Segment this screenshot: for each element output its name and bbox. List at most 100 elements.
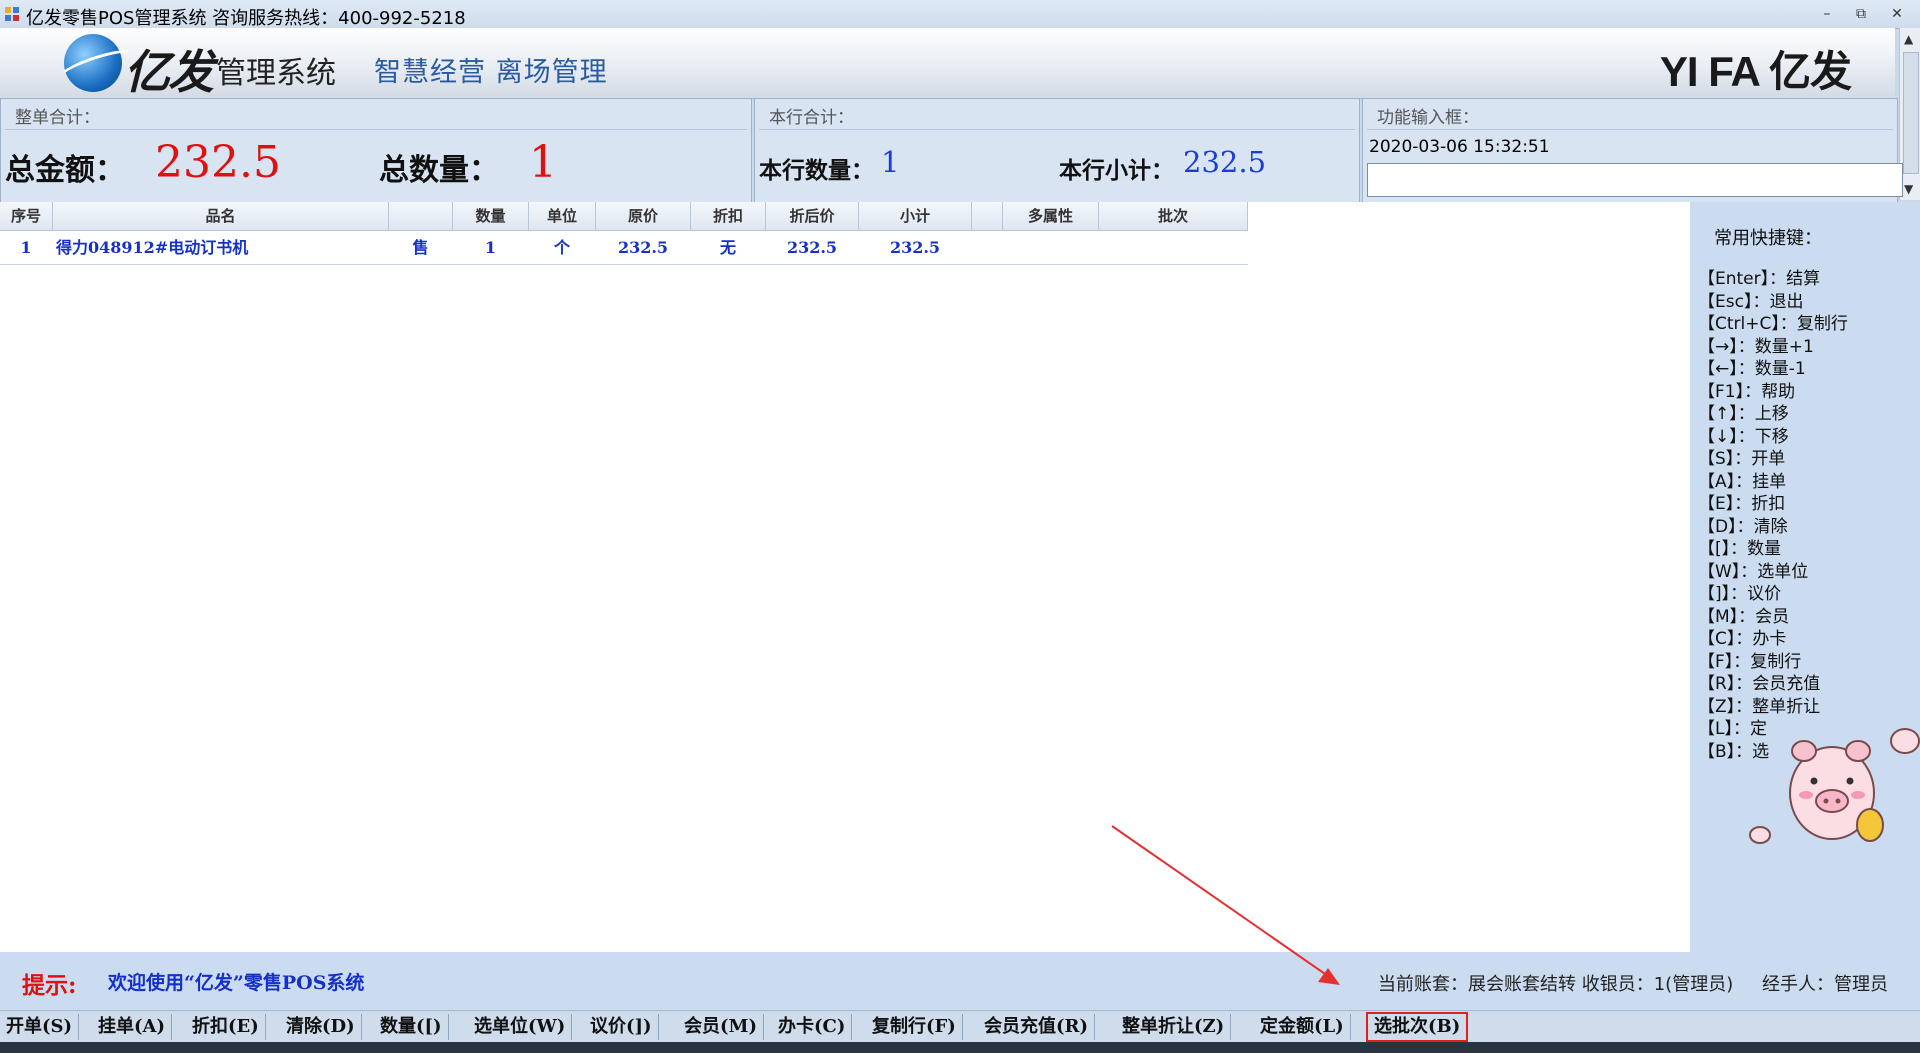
shortcut-item: 【→】：数量+1 bbox=[1698, 336, 1814, 357]
table-row[interactable]: 1 得力048912#电动订书机 售 1 个 232.5 无 232.5 232… bbox=[0, 232, 1248, 265]
shortcut-list: 【Enter】：结算 【Esc】：退出 【Ctrl+C】：复制行 【→】：数量+… bbox=[1698, 268, 1848, 763]
window-title: 亿发零售POS管理系统 咨询服务热线：400-992-5218 bbox=[26, 8, 466, 29]
shortcut-item: 【↓】：下移 bbox=[1698, 426, 1789, 447]
cell-attributes bbox=[1003, 232, 1098, 264]
shortcut-title: 常用快捷键： bbox=[1714, 228, 1822, 249]
restore-button[interactable]: ⧉ bbox=[1849, 4, 1873, 24]
hold-order-button[interactable]: 挂单(A) bbox=[92, 1014, 172, 1040]
shortcut-item: 【R】：会员充值 bbox=[1698, 674, 1821, 694]
taskbar bbox=[0, 1042, 1920, 1053]
shortcut-item: 【W】：选单位 bbox=[1698, 561, 1809, 582]
tip-label: 提示: bbox=[22, 972, 77, 999]
header-banner: 亿发 管理系统 智慧经营 离场管理 YI FA 亿发 bbox=[0, 28, 1895, 99]
grid-header: 序号 品名 数量 单位 原价 折扣 折后价 小计 多属性 批次 bbox=[0, 202, 1248, 231]
line-qty-value: 1 bbox=[881, 145, 900, 179]
open-order-button[interactable]: 开单(S) bbox=[0, 1014, 80, 1040]
status-bar: 提示: 欢迎使用“亿发”零售POS系统 当前账套：展会账套结转 收银员：1(管理… bbox=[0, 952, 1920, 1010]
shortcut-item: 【S】：开单 bbox=[1698, 449, 1786, 469]
divider bbox=[759, 129, 1355, 130]
shortcut-item: 【Ctrl+C】：复制行 bbox=[1698, 314, 1848, 334]
shortcut-item: 【F1】：帮助 bbox=[1698, 381, 1796, 402]
copy-row-button[interactable]: 复制行(F) bbox=[866, 1014, 963, 1040]
shortcut-item: 【Esc】：退出 bbox=[1698, 291, 1804, 312]
globe-logo-icon bbox=[64, 34, 122, 92]
col-header-name[interactable]: 品名 bbox=[53, 202, 389, 230]
function-toolbar: 开单(S) 挂单(A) 折扣(E) 清除(D) 数量([) 选单位(W) 议价(… bbox=[0, 1010, 1920, 1043]
shortcut-item: 【←】：数量-1 bbox=[1698, 359, 1806, 379]
scroll-up-icon[interactable]: ▲ bbox=[1904, 32, 1913, 46]
col-header-type[interactable] bbox=[389, 202, 453, 230]
member-recharge-button[interactable]: 会员充值(R) bbox=[978, 1014, 1095, 1040]
function-input-label: 功能输入框： bbox=[1377, 108, 1479, 128]
col-header-unit[interactable]: 单位 bbox=[529, 202, 596, 230]
total-qty-label: 总数量： bbox=[379, 153, 499, 188]
member-button[interactable]: 会员(M) bbox=[678, 1014, 764, 1040]
app-icon bbox=[5, 7, 19, 21]
right-logo: YI FA 亿发 bbox=[1659, 48, 1852, 95]
discount-button[interactable]: 折扣(E) bbox=[186, 1014, 266, 1040]
col-header-batch[interactable]: 批次 bbox=[1099, 202, 1248, 230]
col-header-subtotal[interactable]: 小计 bbox=[859, 202, 972, 230]
col-header-index[interactable]: 序号 bbox=[0, 202, 53, 230]
shortcut-item: 【M】：会员 bbox=[1698, 606, 1790, 627]
col-header-discount[interactable]: 折扣 bbox=[691, 202, 766, 230]
scroll-down-icon[interactable]: ▼ bbox=[1904, 182, 1913, 196]
order-discount-button[interactable]: 整单折让(Z) bbox=[1116, 1014, 1232, 1040]
shortcut-item: 【F】：复制行 bbox=[1698, 651, 1802, 672]
shortcut-item: 【Enter】：结算 bbox=[1698, 269, 1821, 289]
total-qty-value: 1 bbox=[529, 137, 557, 188]
clear-button[interactable]: 清除(D) bbox=[280, 1014, 362, 1040]
tip-message: 欢迎使用“亿发”零售POS系统 bbox=[108, 972, 365, 994]
shortcut-item: 【D】：清除 bbox=[1698, 516, 1788, 537]
col-header-price[interactable]: 原价 bbox=[596, 202, 691, 230]
quantity-button[interactable]: 数量([) bbox=[374, 1014, 449, 1040]
brand-logo: 亿发 bbox=[124, 45, 214, 99]
pig-sticker-icon bbox=[1749, 728, 1920, 844]
close-button[interactable]: ✕ bbox=[1885, 4, 1909, 24]
function-input-field[interactable] bbox=[1367, 163, 1903, 197]
shortcut-item: 【↑】：上移 bbox=[1698, 404, 1789, 424]
cell-index: 1 bbox=[20, 238, 32, 257]
shortcut-item: 【E】：折扣 bbox=[1698, 494, 1786, 514]
fixed-amount-button[interactable]: 定金额(L) bbox=[1254, 1014, 1351, 1040]
col-header-attributes[interactable]: 多属性 bbox=[1003, 202, 1099, 230]
shortcut-item: 【A】：挂单 bbox=[1698, 471, 1787, 492]
cell-name: 得力048912#电动订书机 bbox=[56, 238, 249, 257]
negotiate-price-button[interactable]: 议价(]) bbox=[584, 1014, 659, 1040]
line-total-panel: 本行合计： 本行数量： 1 本行小计： 232.5 bbox=[754, 98, 1360, 204]
system-name: 管理系统 bbox=[216, 56, 336, 91]
select-unit-button[interactable]: 选单位(W) bbox=[468, 1014, 573, 1040]
issue-card-button[interactable]: 办卡(C) bbox=[772, 1014, 853, 1040]
cell-discounted-price: 232.5 bbox=[786, 238, 838, 257]
title-bar: 亿发零售POS管理系统 咨询服务热线：400-992-5218 – ⧉ ✕ bbox=[0, 0, 1920, 29]
cell-price: 232.5 bbox=[617, 238, 669, 257]
slogan: 智慧经营 离场管理 bbox=[374, 57, 608, 88]
line-total-label: 本行合计： bbox=[769, 108, 854, 128]
col-header-discounted-price[interactable]: 折后价 bbox=[766, 202, 859, 230]
shortcut-item: 【C】：办卡 bbox=[1698, 629, 1787, 649]
line-qty-label: 本行数量： bbox=[759, 157, 874, 184]
line-subtotal-value: 232.5 bbox=[1183, 145, 1267, 179]
cell-discount: 无 bbox=[719, 238, 736, 257]
cell-blank bbox=[972, 232, 1002, 264]
account-info: 当前账套：展会账套结转 收银员：1(管理员) bbox=[1378, 974, 1734, 995]
sales-grid: 序号 品名 数量 单位 原价 折扣 折后价 小计 多属性 批次 1 得力0489… bbox=[0, 202, 1690, 952]
order-total-panel: 整单合计： 总金额： 232.5 总数量： 1 bbox=[0, 98, 752, 204]
cell-type: 售 bbox=[412, 238, 429, 257]
col-header-qty[interactable]: 数量 bbox=[453, 202, 529, 230]
cell-qty: 1 bbox=[484, 238, 497, 257]
cell-subtotal: 232.5 bbox=[889, 238, 941, 257]
handler-info: 经手人：管理员 bbox=[1762, 974, 1888, 995]
divider bbox=[5, 129, 747, 130]
cell-unit: 个 bbox=[553, 238, 570, 257]
scroll-thumb[interactable] bbox=[1903, 52, 1919, 174]
col-header-blank[interactable] bbox=[972, 202, 1003, 230]
datetime-display: 2020-03-06 15:32:51 bbox=[1369, 137, 1550, 157]
divider bbox=[1367, 129, 1893, 130]
function-input-panel: 功能输入框： 2020-03-06 15:32:51 bbox=[1362, 98, 1903, 204]
line-subtotal-label: 本行小计： bbox=[1059, 157, 1174, 184]
shortcut-item: 【[】：数量 bbox=[1698, 539, 1782, 559]
minimize-button[interactable]: – bbox=[1815, 4, 1839, 24]
select-batch-button[interactable]: 选批次(B) bbox=[1366, 1012, 1469, 1042]
total-amount-label: 总金额： bbox=[5, 153, 125, 188]
